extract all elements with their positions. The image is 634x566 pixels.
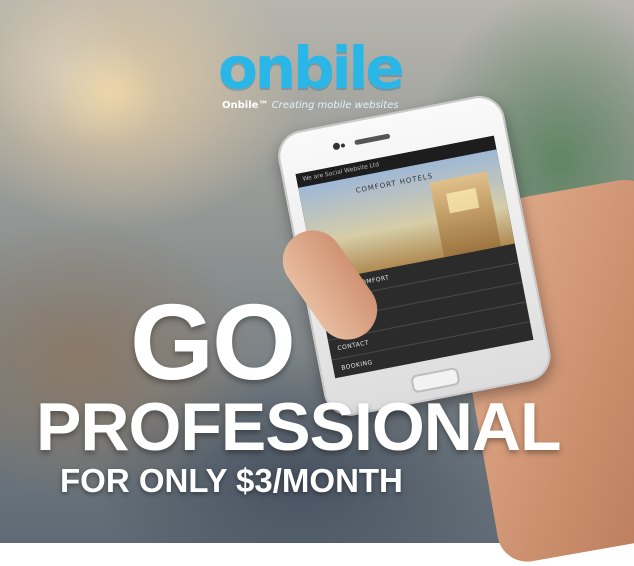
logo-tagline: Onbile™ Creating mobile websites [222,100,399,111]
speaker-icon [354,133,391,146]
sensor-icon [340,143,346,148]
building-image [429,171,502,258]
logo-wordmark: onbile [218,34,405,102]
headline-go: GO [130,281,296,402]
brand-slogan: Creating mobile websites [271,100,399,111]
brand-name: Onbile™ [222,100,269,111]
camera-icon [332,142,341,151]
onbile-logo: onbile Onbile™ Creating mobile websites [218,34,418,111]
hotel-name: COMFORT HOTELS [355,171,434,195]
headline-professional: PROFESSIONAL [36,389,561,465]
headline-price: FOR ONLY $3/MONTH [60,462,403,499]
